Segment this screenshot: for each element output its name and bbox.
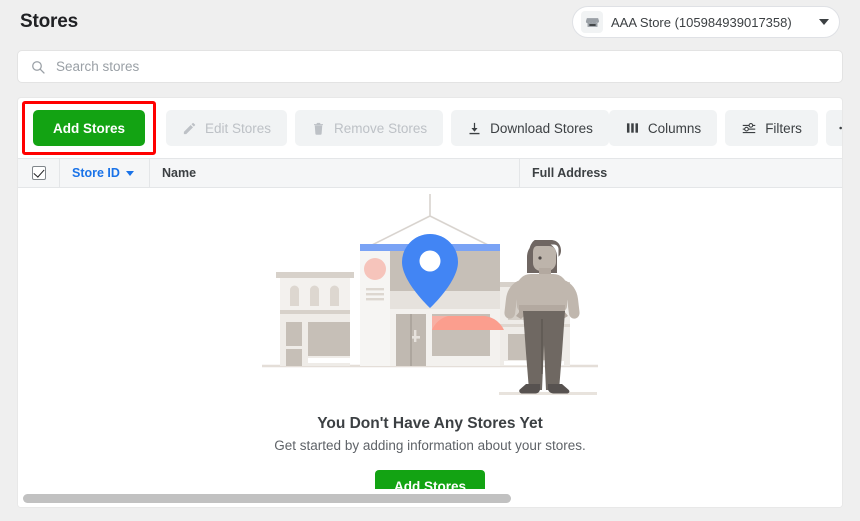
- more-horizontal-icon: [838, 125, 842, 131]
- page-title: Stores: [20, 11, 78, 32]
- trash-icon: [311, 121, 326, 136]
- storefront-with-map-pin-illustration: [254, 194, 606, 411]
- column-header-name[interactable]: Name: [150, 159, 520, 187]
- search-input[interactable]: [56, 59, 830, 74]
- edit-stores-button[interactable]: Edit Stores: [166, 110, 288, 146]
- stores-table-header: Store ID Name Full Address: [18, 158, 842, 188]
- toolbar-left-group: Add Stores Edit Stores Remove Stores Dow…: [22, 101, 609, 155]
- column-header-name-label: Name: [162, 166, 197, 180]
- more-options-button[interactable]: [825, 110, 842, 146]
- filters-label: Filters: [765, 120, 802, 136]
- search-icon: [30, 59, 46, 75]
- download-stores-label: Download Stores: [490, 120, 593, 136]
- column-header-full-address-label: Full Address: [532, 166, 608, 180]
- stores-toolbar: Add Stores Edit Stores Remove Stores Dow…: [18, 98, 842, 158]
- account-label: AAA Store (105984939017358): [611, 14, 792, 30]
- horizontal-scroll-track[interactable]: [23, 493, 839, 503]
- download-stores-button[interactable]: Download Stores: [451, 110, 609, 146]
- columns-label: Columns: [647, 120, 702, 136]
- horizontal-scroll-thumb[interactable]: [23, 493, 511, 503]
- caret-down-icon: [125, 170, 134, 176]
- toolbar-right-group: Columns Filters: [608, 110, 842, 146]
- account-selector[interactable]: AAA Store (105984939017358): [572, 6, 840, 38]
- filters-button[interactable]: Filters: [725, 110, 818, 146]
- remove-stores-button[interactable]: Remove Stores: [295, 110, 444, 146]
- stores-page: Stores AAA Store (105984939017358) Searc…: [0, 0, 860, 521]
- filters-icon: [741, 121, 757, 136]
- store-icon: [581, 11, 603, 33]
- column-header-full-address[interactable]: Full Address: [520, 159, 842, 187]
- columns-button[interactable]: Columns: [608, 110, 718, 146]
- page-header: Stores AAA Store (105984939017358): [0, 0, 860, 44]
- empty-state: You Don't Have Any Stores Yet Get starte…: [18, 188, 842, 507]
- remove-stores-label: Remove Stores: [334, 120, 428, 136]
- empty-state-title: You Don't Have Any Stores Yet: [317, 415, 543, 432]
- columns-icon: [625, 121, 640, 135]
- column-header-store-id[interactable]: Store ID: [60, 159, 150, 187]
- pencil-icon: [182, 121, 197, 136]
- column-header-store-id-label: Store ID: [72, 166, 120, 180]
- add-stores-button[interactable]: Add Stores: [33, 110, 146, 146]
- chevron-down-icon: [819, 19, 829, 25]
- stores-card: Add Stores Edit Stores Remove Stores Dow…: [17, 97, 843, 508]
- select-all-checkbox[interactable]: [18, 159, 60, 187]
- checkmark-icon: [31, 166, 46, 180]
- empty-state-subtitle: Get started by adding information about …: [274, 438, 586, 453]
- horizontal-scrollbar[interactable]: [18, 489, 842, 507]
- edit-stores-label: Edit Stores: [205, 120, 272, 136]
- search-bar[interactable]: [17, 50, 843, 83]
- add-stores-highlight-annotation: Add Stores: [22, 101, 157, 155]
- download-icon: [467, 121, 482, 136]
